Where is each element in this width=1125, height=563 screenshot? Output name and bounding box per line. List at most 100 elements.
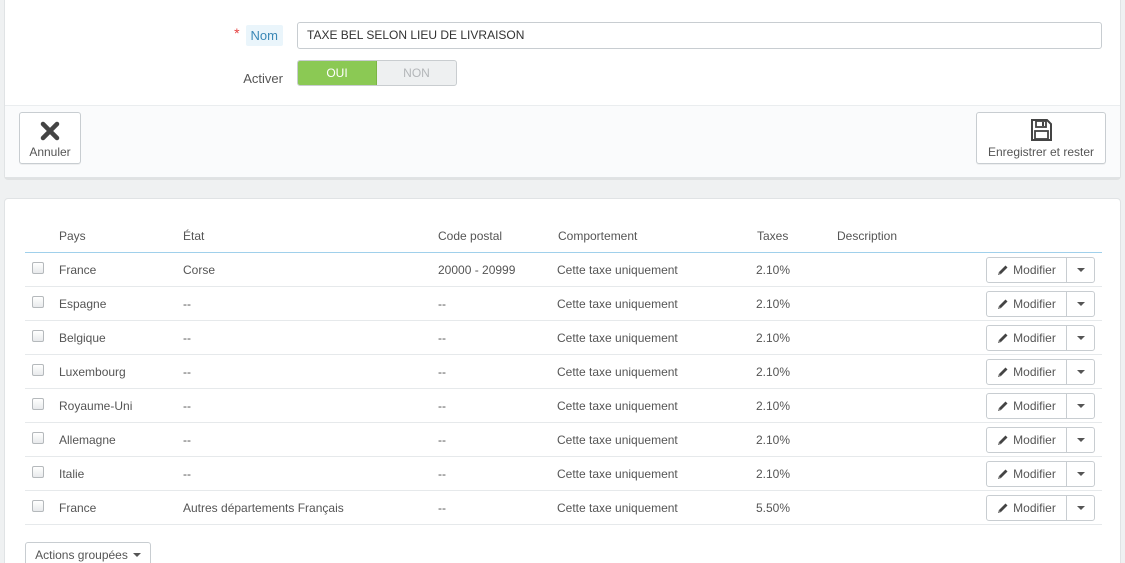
cancel-button-label: Annuler (29, 145, 71, 159)
cell-etat: -- (183, 331, 191, 345)
row-dropdown-toggle[interactable] (1067, 462, 1094, 486)
save-and-stay-button[interactable]: Enregistrer et rester (976, 112, 1106, 164)
edit-button[interactable]: Modifier (987, 292, 1067, 316)
cell-pays: Allemagne (59, 433, 116, 447)
cell-code-postal: -- (438, 297, 446, 311)
cell-etat: -- (183, 399, 191, 413)
chevron-down-icon (1076, 268, 1085, 272)
edit-button-label: Modifier (1013, 331, 1056, 345)
row-checkbox[interactable] (32, 262, 44, 274)
edit-button[interactable]: Modifier (987, 326, 1067, 350)
cell-taxes: 2.10% (756, 467, 791, 481)
chevron-down-icon (1076, 336, 1085, 340)
row-checkbox[interactable] (32, 364, 44, 376)
table-row[interactable]: France Autres départements Français -- Cett… (25, 491, 1102, 525)
activer-switch[interactable]: OUI NON (297, 60, 457, 86)
row-dropdown-toggle[interactable] (1067, 428, 1094, 452)
table-row[interactable]: France Corse 20000 - 20999 Cette taxe uniqu… (25, 253, 1102, 287)
table-row[interactable]: Royaume-Uni -- -- Cette taxe uniquement 2.10… (25, 389, 1102, 423)
row-dropdown-toggle[interactable] (1067, 292, 1094, 316)
table-row[interactable]: Espagne -- -- Cette taxe uniquement 2.10% Mod… (25, 287, 1102, 321)
cancel-button[interactable]: Annuler (19, 112, 81, 164)
table-row[interactable]: Italie -- -- Cette taxe uniquement 2.10% Modi… (25, 457, 1102, 491)
cell-code-postal: -- (438, 331, 446, 345)
table-row[interactable]: Allemagne -- -- Cette taxe uniquement 2.10% M… (25, 423, 1102, 457)
chevron-down-icon (132, 553, 141, 557)
header-etat[interactable]: État (183, 229, 204, 243)
cell-pays: Italie (59, 467, 85, 481)
edit-button-label: Modifier (1013, 297, 1056, 311)
pencil-icon (998, 469, 1008, 479)
row-actions-group: Modifier (986, 427, 1095, 453)
cell-comportement: Cette taxe uniquement (557, 467, 678, 481)
pencil-icon (998, 503, 1008, 513)
header-pays[interactable]: Pays (59, 229, 86, 243)
row-dropdown-toggle[interactable] (1067, 496, 1094, 520)
edit-button-label: Modifier (1013, 365, 1056, 379)
cell-pays: France (59, 501, 97, 515)
pencil-icon (998, 435, 1008, 445)
required-marker: * (234, 25, 240, 41)
row-dropdown-toggle[interactable] (1067, 394, 1094, 418)
switch-off-option[interactable]: NON (377, 61, 456, 85)
edit-button[interactable]: Modifier (987, 462, 1067, 486)
row-dropdown-toggle[interactable] (1067, 326, 1094, 350)
cell-code-postal: -- (438, 501, 446, 515)
edit-button[interactable]: Modifier (987, 360, 1067, 384)
cell-comportement: Cette taxe uniquement (557, 365, 678, 379)
edit-button[interactable]: Modifier (987, 496, 1067, 520)
header-comportement[interactable]: Comportement (558, 229, 637, 243)
cell-etat: -- (183, 433, 191, 447)
row-dropdown-toggle[interactable] (1067, 258, 1094, 282)
row-actions-group: Modifier (986, 393, 1095, 419)
cell-taxes: 2.10% (756, 399, 791, 413)
cell-comportement: Cette taxe uniquement (557, 501, 678, 515)
header-taxes[interactable]: Taxes (757, 229, 788, 243)
activer-label: Activer (243, 70, 283, 86)
bulk-actions-label: Actions groupées (35, 548, 128, 562)
cell-pays: France (59, 263, 97, 277)
save-button-label: Enregistrer et rester (987, 145, 1095, 159)
cell-code-postal: -- (438, 433, 446, 447)
name-label: Nom (245, 24, 283, 46)
save-icon (1031, 119, 1052, 141)
row-actions-group: Modifier (986, 291, 1095, 317)
table-row[interactable]: Luxembourg -- -- Cette taxe uniquement 2.10%… (25, 355, 1102, 389)
cell-comportement: Cette taxe uniquement (557, 433, 678, 447)
edit-button-label: Modifier (1013, 467, 1056, 481)
name-input[interactable]: TAXE BEL SELON LIEU DE LIVRAISON (297, 22, 1102, 49)
row-actions-group: Modifier (986, 325, 1095, 351)
row-checkbox[interactable] (32, 398, 44, 410)
row-checkbox[interactable] (32, 296, 44, 308)
row-actions-group: Modifier (986, 495, 1095, 521)
cell-comportement: Cette taxe uniquement (557, 399, 678, 413)
row-checkbox[interactable] (32, 500, 44, 512)
cell-code-postal: 20000 - 20999 (438, 263, 516, 277)
bulk-actions-button[interactable]: Actions groupées (25, 542, 151, 563)
cell-etat: Corse (183, 263, 216, 277)
cell-etat: -- (183, 467, 191, 481)
edit-button[interactable]: Modifier (987, 428, 1067, 452)
edit-button[interactable]: Modifier (987, 394, 1067, 418)
tax-rule-form-panel: * Nom TAXE BEL SELON LIEU DE LIVRAISON A… (4, 0, 1121, 178)
cell-etat: Autres départements Français (183, 501, 344, 515)
row-checkbox[interactable] (32, 330, 44, 342)
row-checkbox[interactable] (32, 432, 44, 444)
row-dropdown-toggle[interactable] (1067, 360, 1094, 384)
pencil-icon (998, 401, 1008, 411)
switch-on-option[interactable]: OUI (298, 61, 377, 85)
chevron-down-icon (1076, 404, 1085, 408)
cell-pays: Espagne (59, 297, 107, 311)
cell-code-postal: -- (438, 399, 446, 413)
edit-button-label: Modifier (1013, 399, 1056, 413)
edit-button[interactable]: Modifier (987, 258, 1067, 282)
table-row[interactable]: Belgique -- -- Cette taxe uniquement 2.10% Mo… (25, 321, 1102, 355)
row-actions-group: Modifier (986, 461, 1095, 487)
cell-etat: -- (183, 297, 191, 311)
header-code-postal[interactable]: Code postal (438, 229, 502, 243)
row-checkbox[interactable] (32, 466, 44, 478)
header-description[interactable]: Description (837, 229, 897, 243)
pencil-icon (998, 299, 1008, 309)
cell-etat: -- (183, 365, 191, 379)
cell-comportement: Cette taxe uniquement (557, 331, 678, 345)
